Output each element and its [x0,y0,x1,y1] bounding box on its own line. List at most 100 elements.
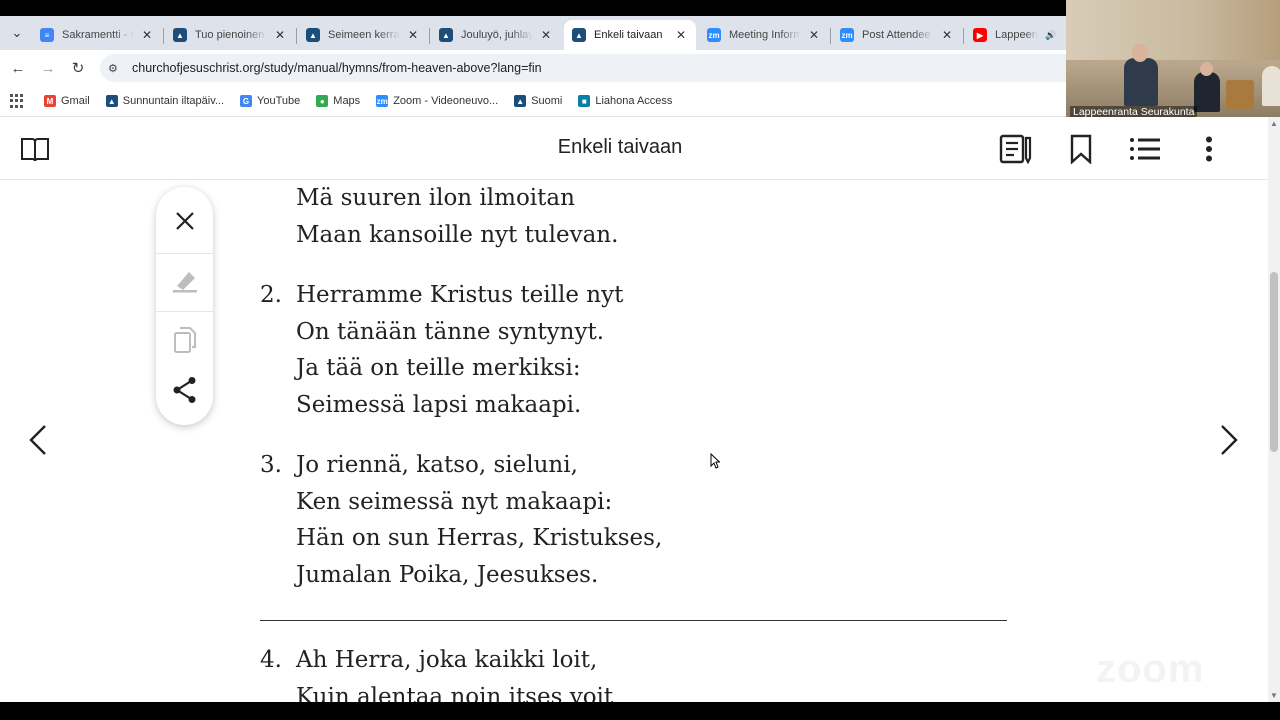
url-text[interactable]: churchofjesuschrist.org/study/manual/hym… [132,61,542,75]
lyric-line: Jo riennä, katso, sieluni, [296,452,578,478]
tab-title: Post Attendee - [862,29,934,41]
browser-tab[interactable]: ▲ Tuo pienoinen Je ✕ [165,20,295,50]
bookmark-item[interactable]: ▲ Sunnuntain iltapäiv... [105,95,225,107]
google-icon: G [240,95,253,107]
video-person-1 [1124,58,1158,106]
hymn-page: Enkeli taivaan Mä suuren ilon ilmoitan Ma… [0,117,1268,702]
church-icon: ▲ [306,28,320,42]
bookmark-icon[interactable] [1064,133,1098,165]
lyric-line: Ah Herra, joka kaikki loit, [296,647,598,673]
zoom-icon: zm [376,95,389,107]
highlighter-icon[interactable] [156,255,213,307]
video-person-2 [1194,72,1220,112]
previous-page-arrow-icon[interactable] [23,422,53,458]
bookmark-label: Gmail [61,95,90,107]
browser-tab[interactable]: zm Post Attendee - ✕ [832,20,962,50]
bottom-black-bar [0,702,1280,720]
bookmark-item[interactable]: ▲ Suomi [514,95,562,107]
youtube-icon: ▶ [973,28,987,42]
maps-icon: ● [316,95,329,107]
bookmark-label: Zoom - Videoneuvo... [393,95,499,107]
church-icon: ▲ [439,28,453,42]
bookmark-item[interactable]: G YouTube [240,95,300,107]
zoom-video-thumbnail: Lappeenranta Seurakunta [1066,0,1280,120]
scrollbar-thumb[interactable] [1270,272,1278,452]
share-icon[interactable] [156,364,213,416]
tab-separator [429,28,430,44]
lyric-line: Ja tää on teille merkiksi: [296,355,581,382]
tab-close-icon[interactable]: ✕ [140,28,154,42]
tab-close-icon[interactable]: ✕ [807,28,821,42]
url-omnibox[interactable]: ⚙ churchofjesuschrist.org/study/manual/h… [100,54,1066,82]
browser-tab[interactable]: ▲ Jouluyö, juhlayö ✕ [431,20,561,50]
apps-grid-icon[interactable] [10,94,24,108]
bookmark-item[interactable]: M Gmail [44,95,90,107]
page-scrollbar[interactable]: ▲ ▼ [1268,117,1280,702]
gmail-icon: M [44,95,56,107]
verse-number: 3. [260,452,282,478]
zoom-watermark: zoom [1096,647,1205,691]
back-arrow-icon[interactable]: ← [6,56,30,80]
church-icon: ▲ [105,95,118,107]
video-person-1-head [1132,44,1148,62]
church-icon: ▲ [514,95,527,107]
video-background [1066,0,1280,60]
browser-tab[interactable]: ≡ Sakramentti - Go ✕ [32,20,162,50]
video-person-3 [1262,66,1280,106]
tab-separator [163,28,164,44]
site-info-icon[interactable]: ⚙ [108,62,124,75]
liahona-icon: ■ [578,95,591,107]
tab-close-icon[interactable]: ✕ [406,28,420,42]
lyric-line: Mä suuren ilon ilmoitan [296,185,575,211]
bookmark-label: Liahona Access [595,95,673,107]
church-icon: ▲ [572,28,586,42]
video-person-2-head [1200,62,1213,76]
bookmark-item[interactable]: ● Maps [316,95,360,107]
copy-icon[interactable] [156,314,213,366]
more-options-icon[interactable] [1192,133,1226,165]
tab-title: Tuo pienoinen Je [195,29,267,41]
tab-separator [296,28,297,44]
notebook-pen-icon[interactable] [999,133,1033,165]
tab-separator [830,28,831,44]
lyric-line: Maan kansoille nyt tulevan. [296,222,619,248]
lyric-line: Herramme Kristus teille nyt [296,282,624,308]
top-black-bar [0,0,1066,16]
verse-divider [260,620,1007,621]
forward-arrow-icon[interactable]: → [36,56,60,80]
bookmark-label: Maps [333,95,361,107]
scroll-down-icon[interactable]: ▼ [1270,691,1278,700]
bookmark-item[interactable]: ■ Liahona Access [578,95,672,107]
lyric-line: Kuin alentaa noin itses voit [296,683,614,702]
zoom-icon: zm [707,28,721,42]
scroll-up-icon[interactable]: ▲ [1270,119,1278,128]
tab-close-icon[interactable]: ✕ [273,28,287,42]
browser-tab[interactable]: zm Meeting Informa ✕ [699,20,829,50]
tab-title: Enkeli taivaan [594,29,663,41]
page-header: Enkeli taivaan [0,117,1268,180]
lyric-line: Ken seimessä nyt makaapi: [296,488,613,515]
bookmark-label: Sunnuntain iltapäiv... [122,95,225,107]
toolbar-divider [156,253,213,254]
tab-close-icon[interactable]: ✕ [674,28,688,42]
tab-title: Seimeen kerran o [328,29,400,41]
tab-close-icon[interactable]: ✕ [539,28,553,42]
tab-close-icon[interactable]: ✕ [940,28,954,42]
browser-tab[interactable]: ▲ Seimeen kerran o ✕ [298,20,428,50]
tab-audio-icon[interactable]: 🔊 [1044,30,1058,41]
browser-tab[interactable]: ▲ Enkeli taivaan ✕ [564,20,696,50]
reload-icon[interactable]: ↻ [66,56,90,80]
close-icon[interactable] [156,195,213,247]
verse-number: 2. [260,282,282,308]
docs-icon: ≡ [40,28,54,42]
page-title: Enkeli taivaan [557,136,683,158]
contents-list-icon[interactable] [1128,133,1162,165]
bookmark-item[interactable]: zm Zoom - Videoneuvo... [376,95,498,107]
next-page-arrow-icon[interactable] [1214,422,1244,458]
browser-tab[interactable]: ▶ Lappeenrant 🔊 [965,20,1066,50]
tab-title: Lappeenrant [995,29,1038,41]
lyric-line: Jumalan Poika, Jeesukses. [296,562,599,589]
lyric-line: On tänään tänne syntynyt. [296,318,605,345]
tab-search-chevron-icon[interactable]: ⌄ [4,21,30,45]
toolbar-divider [156,311,213,312]
